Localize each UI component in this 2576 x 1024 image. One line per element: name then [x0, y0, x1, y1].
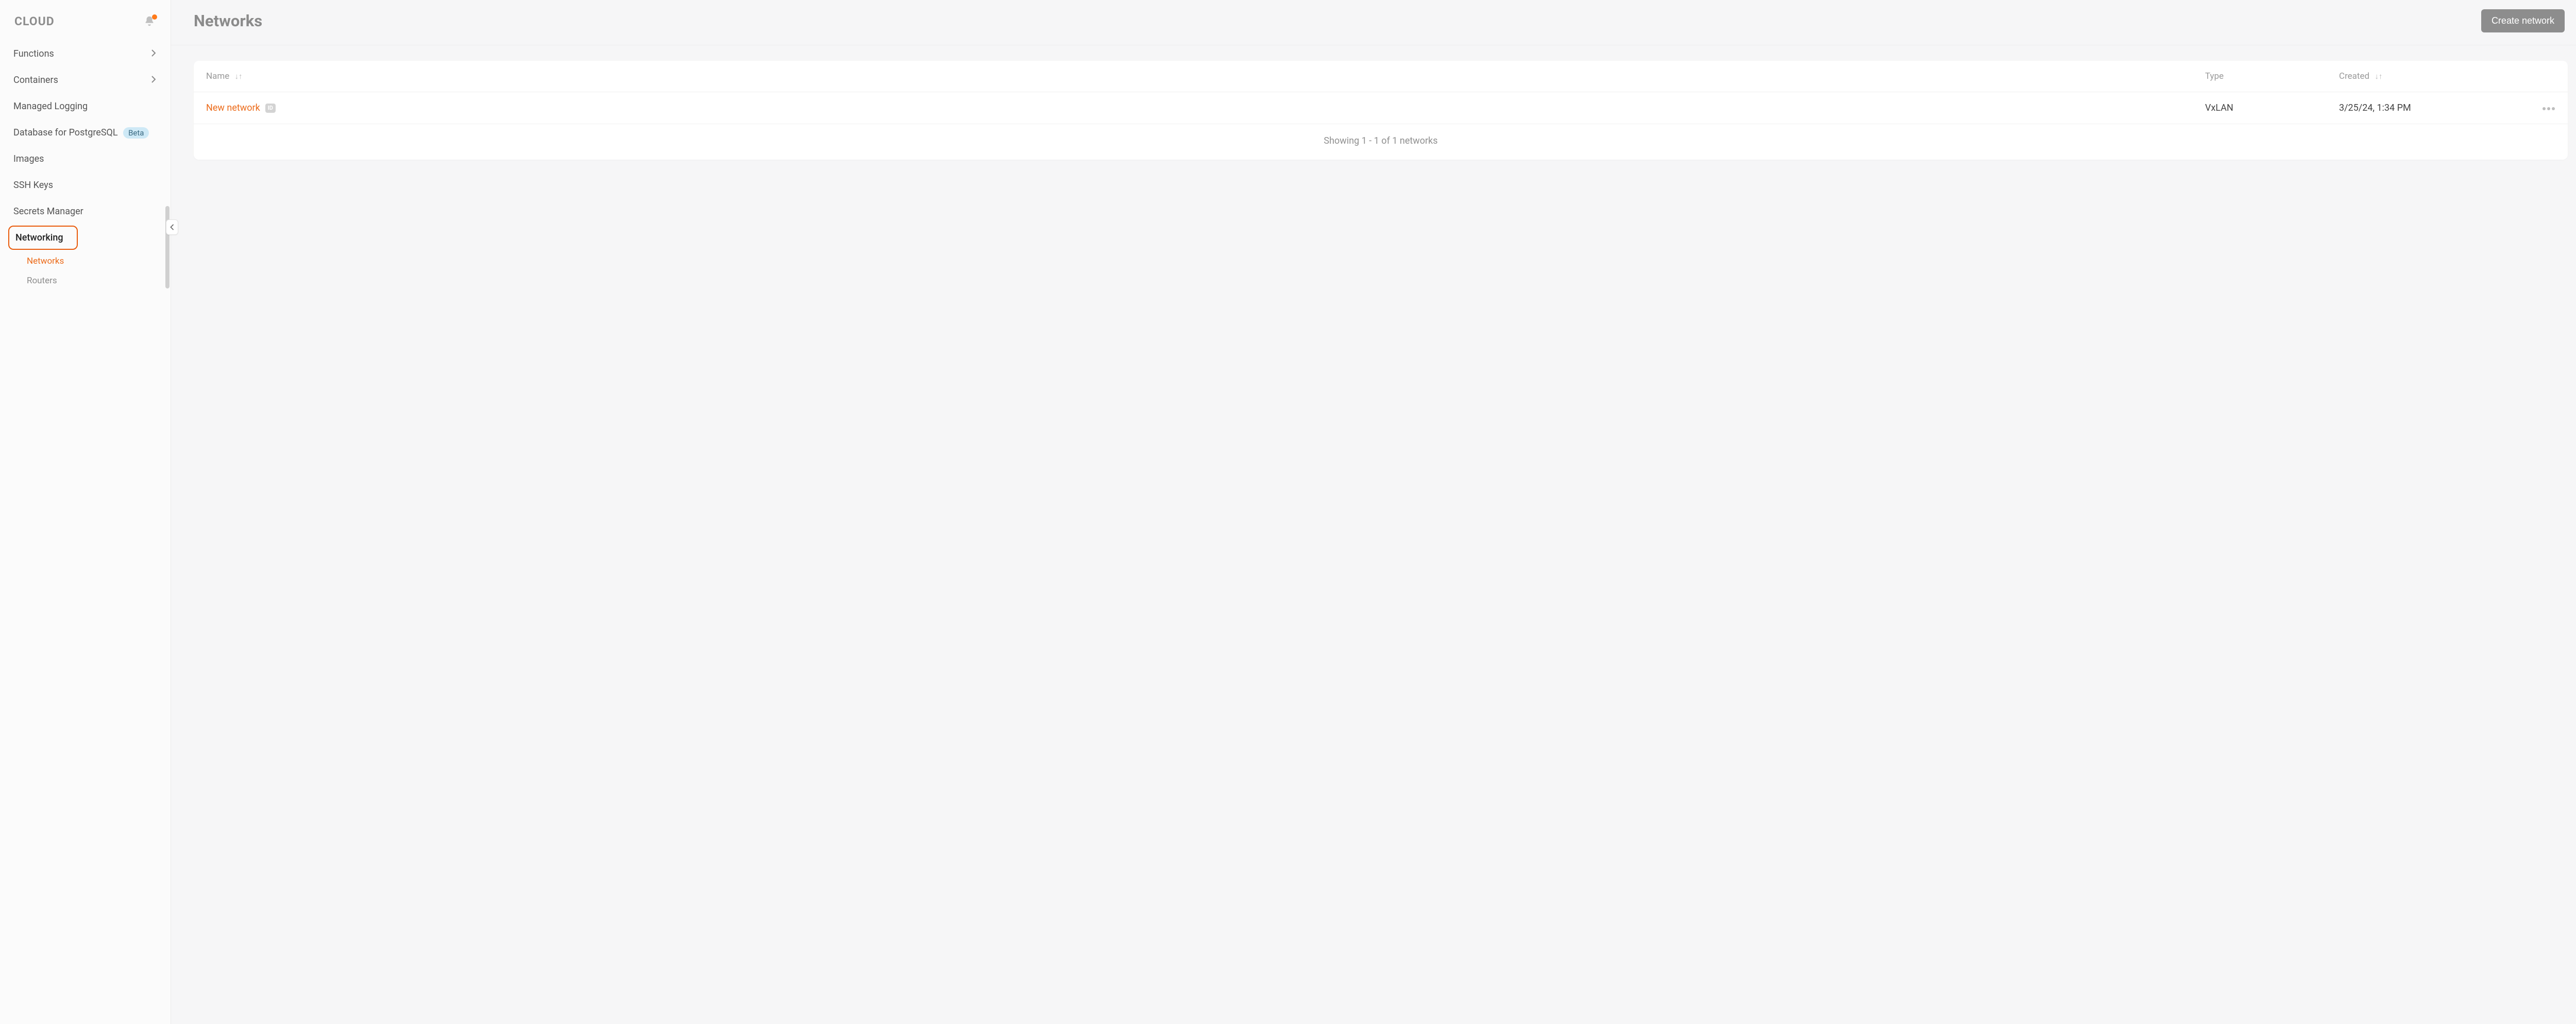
brand-title: CLOUD	[14, 14, 55, 28]
sidebar-scrollbar-thumb[interactable]	[165, 206, 170, 288]
sidebar-item-images[interactable]: Images	[6, 147, 164, 171]
sidebar-item-label: Images	[13, 153, 44, 164]
cell-created: 3/25/24, 1:34 PM	[2339, 103, 2524, 113]
table-header-row: Name ↓↑ Type Created ↓↑	[194, 61, 2568, 92]
subnav-routers[interactable]: Routers	[27, 276, 164, 286]
sidebar-nav: Functions Containers Managed Logging Dat…	[0, 40, 171, 288]
sidebar-item-managed-logging[interactable]: Managed Logging	[6, 94, 164, 118]
bell-icon	[144, 19, 155, 29]
column-header-label: Name	[206, 71, 229, 81]
chevron-right-icon	[150, 48, 157, 59]
cell-type: VxLAN	[2205, 103, 2339, 113]
sidebar-item-label: SSH Keys	[13, 180, 53, 191]
sidebar-item-label: Networking	[15, 232, 63, 243]
content-area: Name ↓↑ Type Created ↓↑ New network	[171, 45, 2576, 160]
beta-badge: Beta	[123, 127, 149, 139]
more-horizontal-icon	[2542, 103, 2555, 113]
page-header: Networks Create network	[171, 0, 2576, 45]
sidebar-item-networking-row: Networking	[6, 226, 164, 250]
sidebar-item-ssh-keys[interactable]: SSH Keys	[6, 173, 164, 197]
create-network-button[interactable]: Create network	[2481, 9, 2565, 32]
sidebar-collapse-button[interactable]	[166, 219, 178, 235]
sidebar: CLOUD Functions Containers	[0, 0, 171, 1024]
sidebar-header: CLOUD	[0, 9, 171, 40]
sidebar-item-label: Secrets Manager	[13, 206, 83, 217]
column-header-label: Type	[2205, 71, 2224, 81]
id-badge[interactable]: ID	[265, 104, 276, 113]
column-header-label: Created	[2339, 71, 2369, 81]
column-header-created[interactable]: Created ↓↑	[2339, 71, 2524, 81]
notification-dot	[152, 14, 157, 20]
notifications-button[interactable]	[144, 15, 156, 28]
sidebar-item-containers[interactable]: Containers	[6, 68, 164, 92]
network-name-link[interactable]: New network	[206, 103, 260, 113]
table-row: New network ID VxLAN 3/25/24, 1:34 PM	[194, 92, 2568, 124]
networks-table: Name ↓↑ Type Created ↓↑ New network	[194, 61, 2568, 160]
sidebar-item-label: Managed Logging	[13, 101, 88, 112]
sidebar-item-database-postgresql[interactable]: Database for PostgreSQL Beta	[6, 121, 164, 145]
sidebar-item-label: Containers	[13, 75, 58, 86]
sidebar-item-secrets-manager[interactable]: Secrets Manager	[6, 199, 164, 224]
subnav-networks[interactable]: Networks	[27, 256, 164, 266]
column-header-type[interactable]: Type	[2205, 71, 2339, 81]
sort-icon: ↓↑	[2375, 72, 2382, 81]
networking-subnav: Networks Routers	[6, 252, 164, 286]
chevron-left-icon	[170, 223, 175, 232]
sidebar-item-label: Database for PostgreSQL	[13, 127, 118, 138]
page-title: Networks	[194, 11, 262, 30]
sidebar-item-label: Functions	[13, 48, 54, 59]
table-footer: Showing 1 - 1 of 1 networks	[194, 124, 2568, 160]
sidebar-item-functions[interactable]: Functions	[6, 42, 164, 66]
column-header-name[interactable]: Name ↓↑	[206, 71, 2205, 81]
chevron-right-icon	[150, 75, 157, 86]
row-actions-button[interactable]	[2542, 103, 2555, 113]
sort-icon: ↓↑	[235, 72, 243, 81]
sidebar-item-networking[interactable]: Networking	[8, 226, 78, 250]
cell-name: New network ID	[206, 103, 2205, 113]
main-content: Networks Create network Name ↓↑ Type Cre…	[171, 0, 2576, 1024]
